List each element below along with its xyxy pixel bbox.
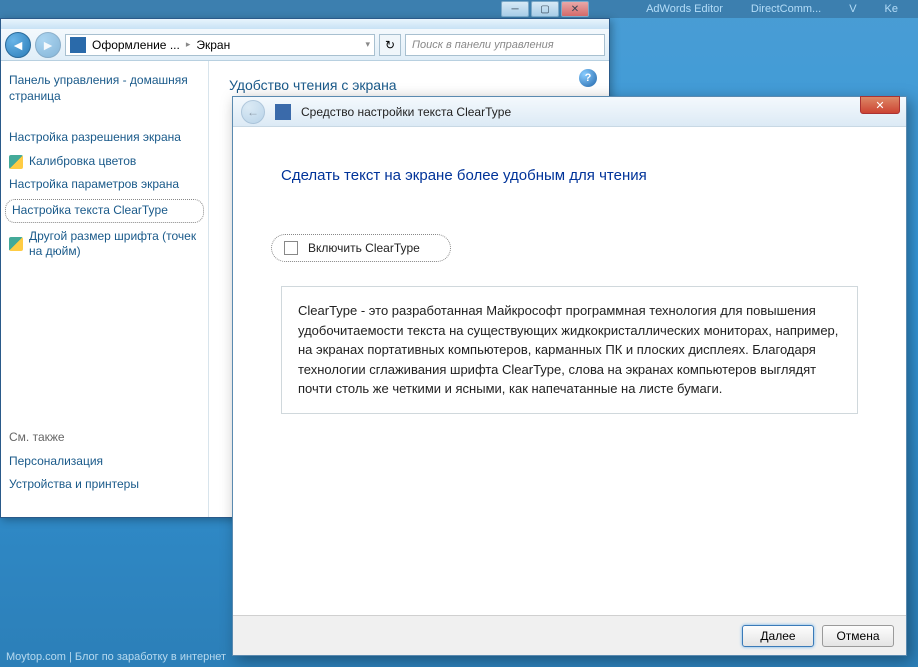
sidebar-link-label: Настройка текста ClearType bbox=[12, 203, 168, 219]
nav-back-button[interactable]: ◄ bbox=[5, 32, 31, 58]
wizard-footer: Далее Отмена bbox=[233, 615, 906, 655]
page-title: Удобство чтения с экрана bbox=[229, 77, 589, 93]
help-icon[interactable]: ? bbox=[579, 69, 597, 87]
sidebar-link-display-settings[interactable]: Настройка параметров экрана bbox=[9, 173, 200, 197]
desktop-top-labels: AdWords Editor DirectComm... V Ke bbox=[0, 0, 918, 18]
taskbar-item[interactable]: Ke bbox=[885, 3, 898, 15]
enable-cleartype-checkbox[interactable] bbox=[284, 241, 298, 255]
sidebar-link-cleartype[interactable]: Настройка текста ClearType bbox=[5, 199, 204, 223]
next-button[interactable]: Далее bbox=[742, 625, 814, 647]
sidebar-link-devices-printers[interactable]: Устройства и принтеры bbox=[9, 473, 201, 497]
close-button[interactable]: ✕ bbox=[561, 1, 589, 17]
taskbar-item[interactable]: DirectComm... bbox=[751, 3, 821, 15]
wizard-heading: Сделать текст на экране более удобным дл… bbox=[281, 167, 858, 184]
cleartype-wizard-window: ✕ ← Средство настройки текста ClearType … bbox=[232, 96, 907, 656]
sidebar-footer: См. также Персонализация Устройства и пр… bbox=[9, 430, 201, 497]
window-controls: ─ ▢ ✕ bbox=[501, 1, 589, 17]
shield-icon bbox=[9, 237, 23, 251]
address-bar[interactable]: Оформление ... ▸ Экран ▾ bbox=[65, 34, 375, 56]
page-footer-text: Moytop.com | Блог по заработку в интерне… bbox=[6, 651, 226, 663]
shield-icon bbox=[9, 155, 23, 169]
nav-bar: ◄ ► Оформление ... ▸ Экран ▾ ↻ Поиск в п… bbox=[1, 29, 609, 61]
checkbox-label: Включить ClearType bbox=[308, 241, 420, 255]
wizard-back-button[interactable]: ← bbox=[241, 100, 265, 124]
taskbar-item[interactable]: V bbox=[849, 3, 856, 15]
sidebar-link-label: Настройка разрешения экрана bbox=[9, 130, 181, 146]
breadcrumb-segment[interactable]: Экран bbox=[196, 38, 230, 52]
wizard-body: Сделать текст на экране более удобным дл… bbox=[233, 127, 906, 615]
breadcrumb-separator-icon: ▸ bbox=[186, 39, 191, 50]
nav-forward-button[interactable]: ► bbox=[35, 32, 61, 58]
taskbar-item[interactable]: AdWords Editor bbox=[646, 3, 723, 15]
search-input[interactable]: Поиск в панели управления bbox=[405, 34, 605, 56]
cleartype-description: ClearType - это разработанная Майкрософт… bbox=[281, 286, 858, 414]
maximize-button[interactable]: ▢ bbox=[531, 1, 559, 17]
refresh-button[interactable]: ↻ bbox=[379, 34, 401, 56]
wizard-title: Средство настройки текста ClearType bbox=[301, 105, 511, 119]
minimize-button[interactable]: ─ bbox=[501, 1, 529, 17]
sidebar-link-label: Калибровка цветов bbox=[29, 154, 136, 170]
wizard-titlebar[interactable]: ← Средство настройки текста ClearType bbox=[233, 97, 906, 127]
cleartype-icon bbox=[275, 104, 291, 120]
sidebar-link-resolution[interactable]: Настройка разрешения экрана bbox=[9, 126, 200, 150]
sidebar-link-dpi[interactable]: Другой размер шрифта (точек на дюйм) bbox=[9, 225, 200, 264]
control-panel-icon bbox=[70, 37, 86, 53]
breadcrumb-segment[interactable]: Оформление ... bbox=[92, 38, 180, 52]
wizard-close-button[interactable]: ✕ bbox=[860, 96, 900, 114]
enable-cleartype-row[interactable]: Включить ClearType bbox=[271, 234, 451, 262]
sidebar-link-label: Другой размер шрифта (точек на дюйм) bbox=[29, 229, 200, 260]
refresh-icon: ↻ bbox=[385, 38, 395, 52]
sidebar-link-personalization[interactable]: Персонализация bbox=[9, 450, 201, 474]
sidebar: Панель управления - домашняя страница На… bbox=[1, 61, 209, 517]
sidebar-link-label: Настройка параметров экрана bbox=[9, 177, 179, 193]
cancel-button[interactable]: Отмена bbox=[822, 625, 894, 647]
sidebar-link-color-calibration[interactable]: Калибровка цветов bbox=[9, 150, 200, 174]
dropdown-icon[interactable]: ▾ bbox=[365, 39, 370, 50]
see-also-heading: См. также bbox=[9, 430, 201, 444]
explorer-titlebar bbox=[1, 19, 609, 29]
sidebar-home-link[interactable]: Панель управления - домашняя страница bbox=[9, 73, 200, 104]
